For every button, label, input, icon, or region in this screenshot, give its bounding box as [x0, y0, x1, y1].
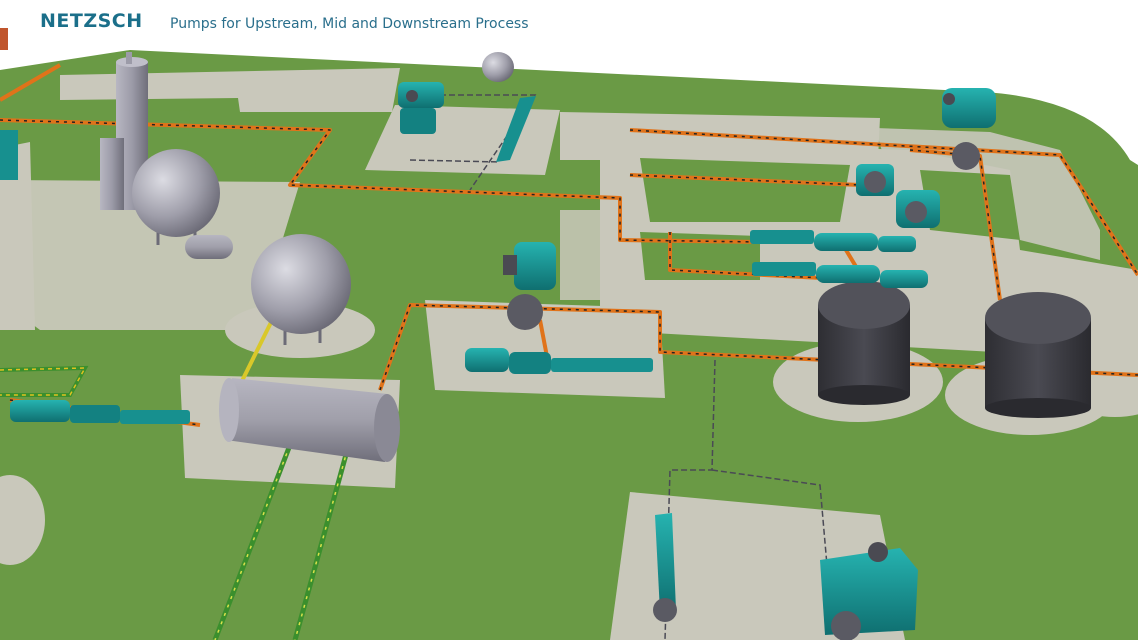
small-sphere-top: [482, 52, 514, 82]
storage-tank-b: [985, 292, 1091, 418]
pump-unit-top-right-b: [856, 164, 894, 196]
plant-layout: [0, 28, 1138, 640]
pump-unit-top-right-c: [896, 190, 940, 228]
storage-tank-a: [818, 281, 910, 405]
small-horizontal-drum: [185, 235, 233, 259]
plant-3d-view: NETZSCH Pumps for Upstream, Mid and Down…: [0, 0, 1138, 640]
